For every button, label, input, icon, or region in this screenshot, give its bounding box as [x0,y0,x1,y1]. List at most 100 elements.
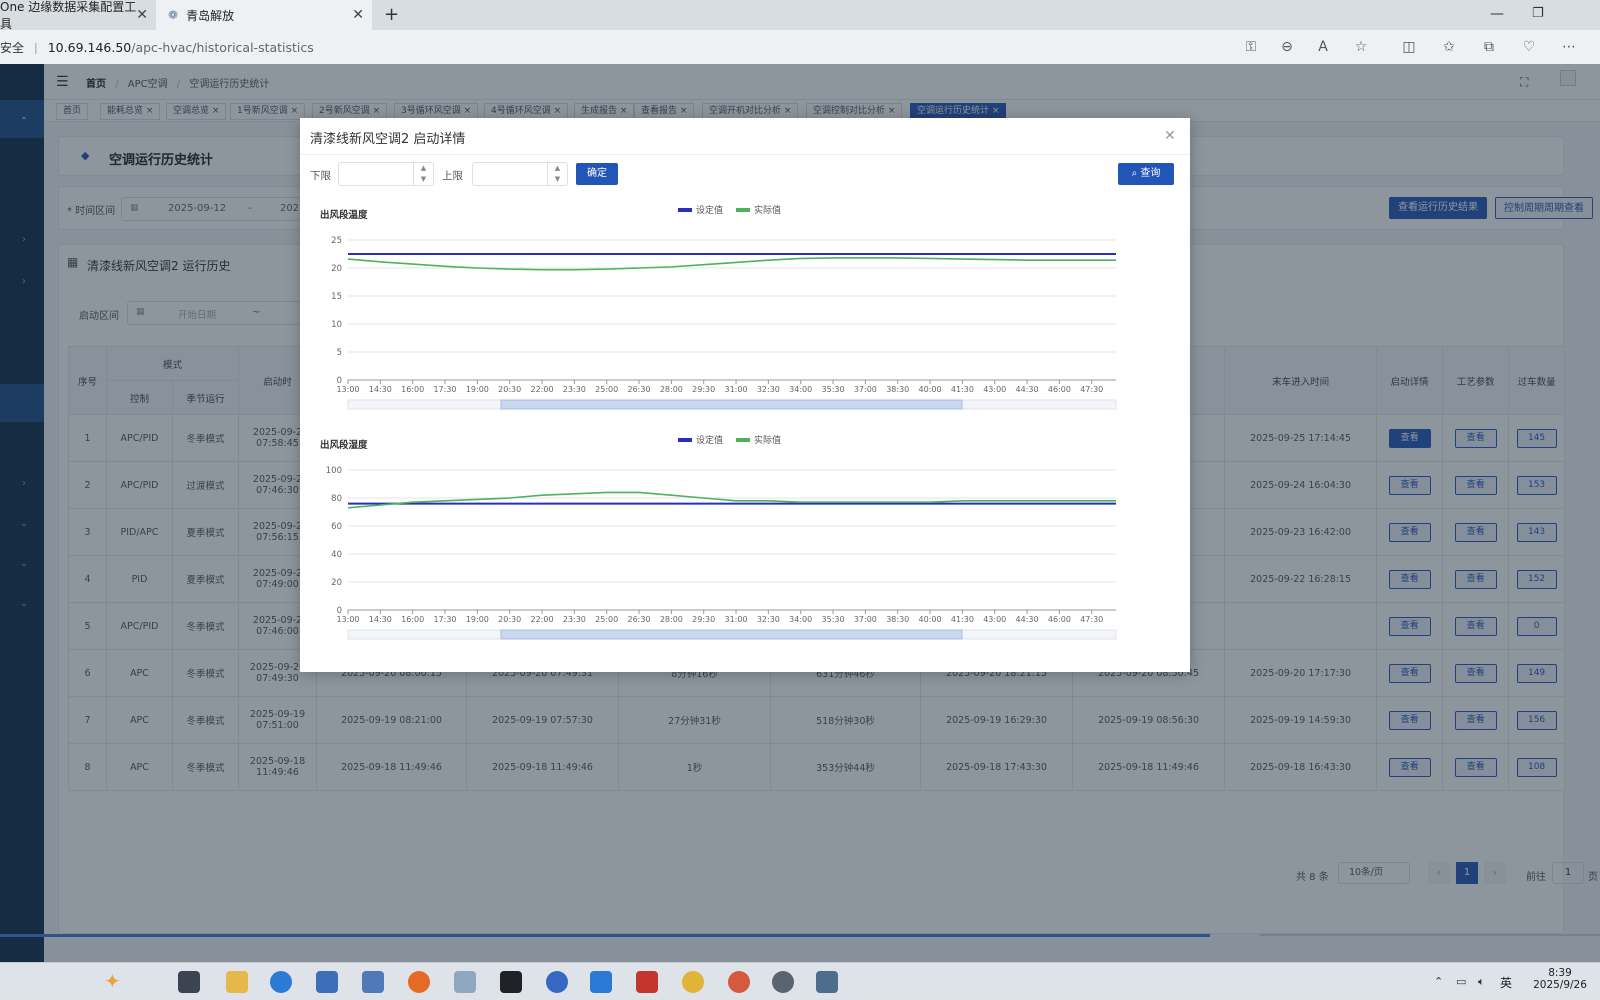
x-tick-label: 16:00 [401,615,424,624]
x-tick-label: 40:00 [919,385,942,394]
app-red-icon[interactable] [636,971,658,993]
x-tick-label: 34:00 [789,615,812,624]
query-button[interactable]: ⌕ 查询 [1118,163,1174,185]
x-tick-label: 31:00 [725,615,748,624]
restore-icon[interactable]: ❐ [1532,6,1544,21]
mail-icon[interactable] [362,971,384,993]
zoom-slider-window [500,629,963,640]
app-snail-icon[interactable] [728,971,750,993]
y-tick-label: 20 [331,578,342,588]
browser-tab-edge-config[interactable]: One 边缘数据采集配置工具 ✕ [0,0,156,31]
x-tick-label: 41:30 [951,385,974,394]
new-tab-icon[interactable]: + [384,4,399,25]
x-tick-label: 14:30 [369,615,392,624]
url-path[interactable]: /apc-hvac/historical-statistics [131,40,314,55]
key-icon[interactable]: ⚿ [1242,38,1260,56]
zoom-icon[interactable]: ⊖ [1278,38,1296,56]
x-tick-label: 29:30 [692,615,715,624]
stepper-arrows-icon[interactable]: ▲ ▼ [547,163,567,185]
x-tick-label: 46:00 [1048,385,1071,394]
series-line-1 [347,491,1116,509]
close-icon[interactable]: ✕ [1164,128,1176,144]
close-icon[interactable]: ✕ [136,7,148,23]
confirm-button[interactable]: 确定 [576,163,618,185]
stepper-arrows-icon[interactable]: ▲ ▼ [413,163,433,185]
legend-swatch [736,438,750,442]
firefox-icon[interactable] [408,971,430,993]
x-tick-label: 38:30 [886,615,909,624]
upper-input[interactable]: ▲ ▼ [472,162,568,186]
tab-label: One 边缘数据采集配置工具 [0,0,137,31]
x-tick-label: 13:00 [336,385,359,394]
close-icon[interactable]: ✕ [352,7,364,23]
remote-desktop-icon[interactable] [816,971,838,993]
x-tick-label: 23:30 [563,615,586,624]
x-tick-label: 38:30 [886,385,909,394]
legend-label: 设定值 [696,204,723,216]
legend-label: 实际值 [754,434,781,446]
x-tick-label: 32:30 [757,385,780,394]
temperature-chart-svg: 出风段温度 设定值 实际值051015202513:00 14:30 16:00 17:3… [320,204,1117,410]
store-icon[interactable] [316,971,338,993]
y-tick-label: 25 [331,236,342,246]
y-tick-label: 40 [331,550,342,560]
more-menu-icon[interactable]: ⋯ [1560,38,1578,56]
legend-swatch [678,438,692,442]
task-view-icon[interactable] [178,971,200,993]
x-tick-label: 34:00 [789,385,812,394]
y-tick-label: 80 [331,494,342,504]
notepad-icon[interactable] [454,971,476,993]
humidity-chart: 出风段湿度 设定值 实际值 0 20 40 60 80 100 13:00 14:30 16:00 17… [308,430,1182,654]
volume-icon[interactable]: 🔈︎ [1478,975,1485,989]
x-tick-label: 22:00 [530,615,553,624]
x-tick-label: 29:30 [692,385,715,394]
x-tick-label: 13:00 [336,615,359,624]
x-tick-label: 28:00 [660,385,683,394]
app-yellow-icon[interactable] [682,971,704,993]
browser-tab-qingdao[interactable]: ❁ 青岛解放 ✕ [156,0,372,30]
x-tick-label: 43:00 [983,615,1006,624]
y-tick-label: 60 [331,522,342,532]
x-tick-label: 40:00 [919,615,942,624]
modal-title: 清漆线新风空调2 启动详情 [310,132,466,147]
edge-icon[interactable] [270,971,292,993]
read-aloud-icon[interactable]: A [1314,38,1332,56]
x-tick-label: 37:00 [854,385,877,394]
x-tick-label: 16:00 [401,385,424,394]
lower-input[interactable]: ▲ ▼ [338,162,434,186]
x-tick-label: 19:00 [466,615,489,624]
extensions-icon[interactable]: ♡ [1520,38,1538,56]
split-screen-icon[interactable]: ◫ [1400,38,1418,56]
favorite-star-icon[interactable]: ☆ [1352,38,1370,56]
copilot-sparkle-icon[interactable]: ✦ [104,969,121,993]
app-compass-icon[interactable] [546,971,568,993]
x-tick-label: 14:30 [369,385,392,394]
x-tick-label: 25:00 [595,615,618,624]
tray-chevron-icon[interactable]: ⌃ [1434,975,1443,988]
x-tick-label: 19:00 [466,385,489,394]
collections-icon[interactable]: ⧉ [1480,38,1498,56]
x-tick-label: 44:30 [1016,615,1039,624]
ime-indicator[interactable]: 英 [1500,974,1512,991]
y-tick-label: 10 [331,320,342,330]
x-tick-label: 20:30 [498,615,521,624]
x-tick-label: 47:30 [1080,615,1103,624]
x-tick-label: 17:30 [433,385,456,394]
favorites-icon[interactable]: ✩ [1440,38,1458,56]
chart-title: 出风段温度 [320,209,368,221]
file-explorer-icon[interactable] [226,971,248,993]
vscode-icon[interactable] [590,971,612,993]
x-tick-label: 31:00 [725,385,748,394]
network-icon[interactable]: ▭ [1456,975,1466,988]
lower-label: 下限 [310,170,331,182]
y-tick-label: 100 [326,466,342,476]
terminal-icon[interactable] [500,971,522,993]
modal-divider [300,154,1190,155]
app-gray-icon[interactable] [772,971,794,993]
x-tick-label: 41:30 [951,615,974,624]
url-host[interactable]: 10.69.146.50 [48,40,132,55]
x-tick-label: 22:00 [530,385,553,394]
minimize-icon[interactable]: — [1490,6,1504,22]
clock[interactable]: 8:39 2025/9/26 [1530,967,1590,991]
browser-tab-strip: One 边缘数据采集配置工具 ✕ ❁ 青岛解放 ✕ + — ❐ [0,0,1600,31]
